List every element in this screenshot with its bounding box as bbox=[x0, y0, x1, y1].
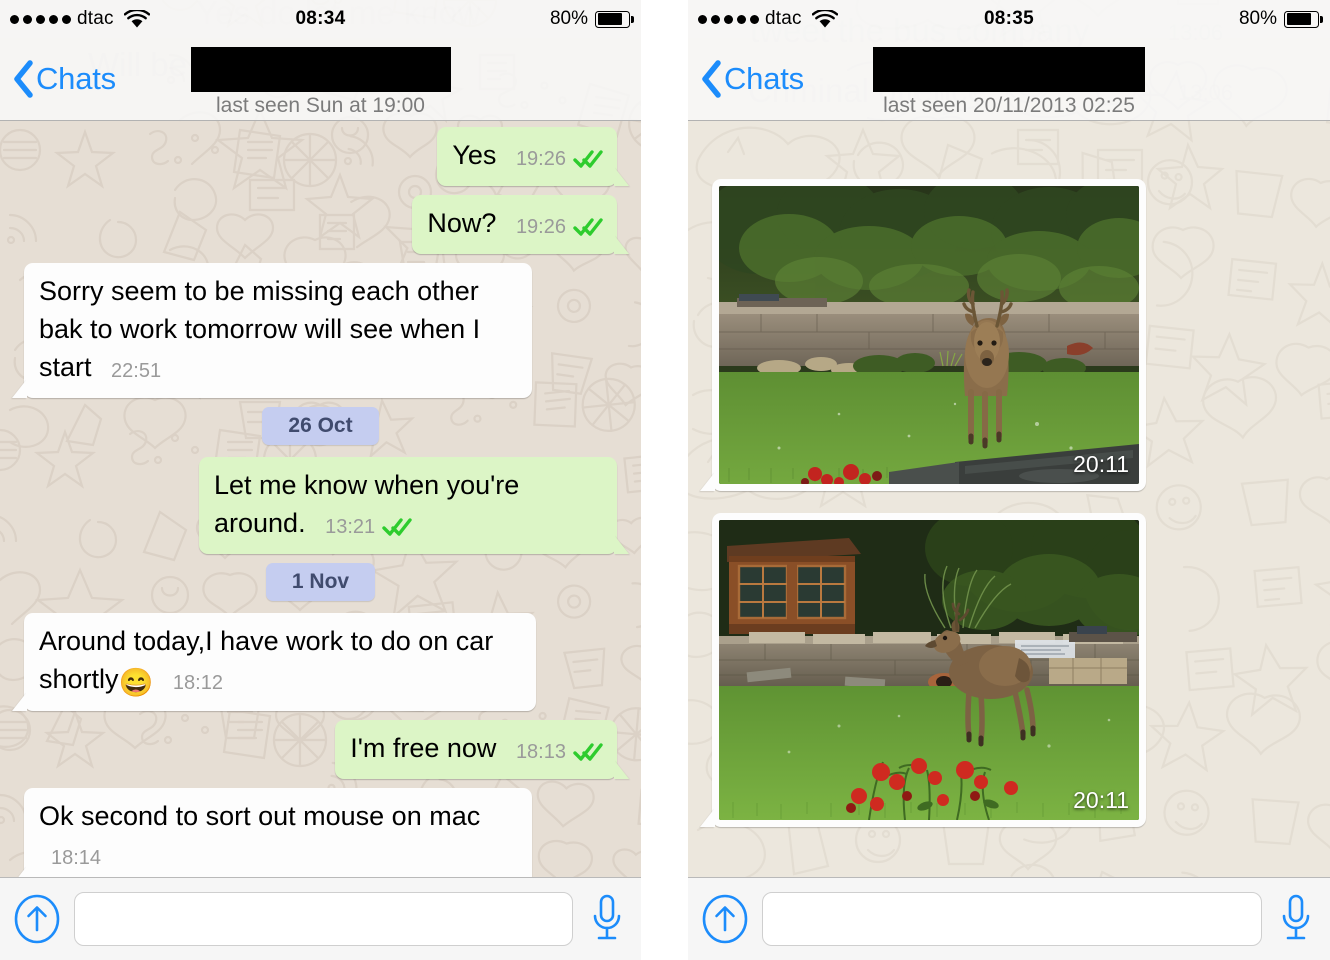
message-text: Around today,I have work to do on car sh… bbox=[39, 626, 494, 694]
back-to-chats-button[interactable]: Chats bbox=[12, 60, 116, 98]
status-bar: dtac 08:35 80% bbox=[688, 0, 1330, 38]
message-time: 13:21 bbox=[325, 516, 376, 538]
message-bubble-incoming[interactable]: Around today,I have work to do on car sh… bbox=[24, 613, 536, 711]
double-check-icon bbox=[573, 743, 603, 761]
message-bubble-outgoing[interactable]: Let me know when you're around. 13:21 bbox=[199, 457, 617, 554]
photo-deer-facing-camera[interactable]: 20:11 bbox=[719, 186, 1139, 484]
smile-emoji: 😄 bbox=[118, 667, 154, 698]
microphone-icon[interactable] bbox=[587, 892, 627, 946]
arrow-up-circle-icon[interactable] bbox=[702, 894, 748, 944]
status-bar-clock: 08:35 bbox=[983, 8, 1035, 29]
phone-screen-left: Yes do let me know Will be fre dtac 08:3… bbox=[0, 0, 641, 960]
message-bubble-incoming[interactable]: Sorry seem to be missing each other bak … bbox=[24, 263, 532, 398]
date-separator: 1 Nov bbox=[265, 563, 376, 601]
dual-phone-screenshot: Yes do let me know Will be fre dtac 08:3… bbox=[0, 0, 1330, 960]
panel-gutter bbox=[641, 0, 688, 960]
message-meta: 18:13 bbox=[516, 733, 603, 771]
message-row: Yes 19:26 bbox=[0, 127, 641, 186]
chevron-left-icon bbox=[702, 60, 721, 98]
message-row: Ok second to sort out mouse on mac 18:14 bbox=[0, 788, 641, 877]
message-row: 20:11 bbox=[688, 513, 1330, 827]
photo-timestamp: 20:11 bbox=[1073, 451, 1129, 477]
photo-content bbox=[719, 520, 1139, 820]
photo-content bbox=[719, 186, 1139, 484]
message-row: Now? 19:26 bbox=[0, 195, 641, 254]
message-bubble-photo[interactable]: 20:11 bbox=[712, 513, 1146, 827]
navigation-bar: Chats last seen Sun at 19:00 bbox=[0, 38, 641, 121]
date-separator: 26 Oct bbox=[262, 407, 379, 445]
back-button-label: Chats bbox=[36, 61, 116, 96]
chevron-left-icon bbox=[14, 60, 33, 98]
message-time: 19:26 bbox=[515, 148, 566, 170]
message-text: Now? bbox=[427, 208, 497, 238]
message-text: Yes bbox=[452, 140, 497, 170]
navigation-bar: Chats last seen 20/11/2013 02:25 bbox=[688, 38, 1330, 121]
double-check-icon bbox=[573, 218, 603, 236]
double-check-icon bbox=[382, 518, 412, 536]
message-meta: 22:51 bbox=[111, 352, 161, 390]
arrow-up-circle-icon[interactable] bbox=[14, 894, 60, 944]
photo-timestamp: 20:11 bbox=[1073, 787, 1129, 813]
battery-icon bbox=[1284, 10, 1323, 28]
message-bubble-outgoing[interactable]: Now? 19:26 bbox=[412, 195, 617, 254]
message-bubble-incoming[interactable]: Ok second to sort out mouse on mac 18:14 bbox=[24, 788, 532, 877]
message-time: 18:12 bbox=[172, 672, 223, 694]
last-seen-status: last seen Sun at 19:00 bbox=[216, 94, 425, 117]
status-bar: dtac 08:34 80% bbox=[0, 0, 641, 38]
message-input[interactable] bbox=[74, 892, 573, 946]
message-text: I'm free now bbox=[350, 733, 497, 763]
message-time: 19:26 bbox=[515, 216, 566, 238]
date-separator-row: 26 Oct bbox=[0, 407, 641, 445]
message-row: Let me know when you're around. 13:21 bbox=[0, 457, 641, 554]
message-input-bar bbox=[0, 877, 641, 960]
contact-name-redacted bbox=[873, 47, 1145, 92]
back-to-chats-button[interactable]: Chats bbox=[700, 60, 804, 98]
double-check-icon bbox=[573, 150, 603, 168]
message-input[interactable] bbox=[762, 892, 1262, 946]
message-meta: 18:12 bbox=[173, 664, 223, 702]
message-input-bar bbox=[688, 877, 1330, 960]
message-bubble-outgoing[interactable]: Yes 19:26 bbox=[437, 127, 617, 186]
message-time: 18:14 bbox=[51, 847, 102, 869]
message-text: Sorry seem to be missing each other bak … bbox=[39, 276, 481, 382]
photo-deer-profile-summerhouse[interactable]: 20:11 bbox=[719, 520, 1139, 820]
message-text: Ok second to sort out mouse on mac bbox=[39, 801, 481, 831]
message-row: Around today,I have work to do on car sh… bbox=[0, 613, 641, 711]
message-row: Sorry seem to be missing each other bak … bbox=[0, 263, 641, 398]
date-separator-row: 1 Nov bbox=[0, 563, 641, 601]
back-button-label: Chats bbox=[724, 61, 804, 96]
battery-icon bbox=[595, 10, 634, 28]
message-meta: 18:14 bbox=[51, 839, 101, 877]
message-bubble-photo[interactable]: 20:11 bbox=[712, 179, 1146, 491]
message-time: 18:13 bbox=[515, 741, 566, 763]
microphone-icon[interactable] bbox=[1276, 892, 1316, 946]
message-list[interactable]: 20:11 20:11 bbox=[688, 121, 1330, 877]
message-bubble-outgoing[interactable]: I'm free now 18:13 bbox=[335, 720, 617, 779]
message-meta: 13:21 bbox=[325, 508, 412, 546]
status-bar-clock: 08:34 bbox=[295, 8, 346, 29]
message-time: 22:51 bbox=[111, 360, 162, 382]
message-meta: 19:26 bbox=[516, 140, 603, 178]
phone-screen-right: tweet the bus company 13:06 Criminal off… bbox=[688, 0, 1330, 960]
message-list[interactable]: Yes 19:26 Now? 19:26 Sorry seem to be mi… bbox=[0, 121, 641, 877]
last-seen-status: last seen 20/11/2013 02:25 bbox=[883, 94, 1135, 117]
contact-name-redacted bbox=[190, 47, 451, 92]
message-meta: 19:26 bbox=[516, 208, 603, 246]
message-row: 20:11 bbox=[688, 179, 1330, 491]
message-row: I'm free now 18:13 bbox=[0, 720, 641, 779]
